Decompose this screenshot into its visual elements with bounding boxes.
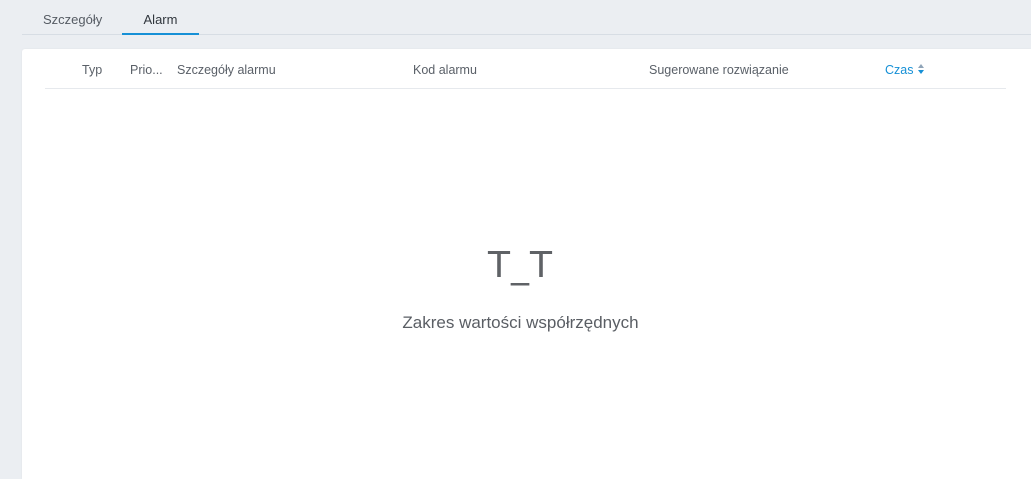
column-header-suggested-solution[interactable]: Sugerowane rozwiązanie	[649, 63, 789, 77]
tab-alarm[interactable]: Alarm	[122, 12, 199, 35]
column-header-alarm-details[interactable]: Szczegóły alarmu	[177, 63, 276, 77]
column-header-priority[interactable]: Prio...	[130, 63, 163, 77]
empty-state-message: Zakres wartości współrzędnych	[402, 313, 639, 332]
column-header-alarm-code[interactable]: Kod alarmu	[413, 63, 477, 77]
tab-bar: Szczegóły Alarm	[22, 0, 1031, 35]
alarm-panel: Typ Prio... Szczegóły alarmu Kod alarmu …	[22, 49, 1031, 479]
sort-down-icon	[918, 70, 925, 74]
sort-up-icon	[918, 64, 925, 68]
empty-state: T_T Zakres wartości współrzędnych	[22, 244, 1031, 333]
column-header-time[interactable]: Czas	[885, 63, 925, 77]
table-header: Typ Prio... Szczegóły alarmu Kod alarmu …	[45, 49, 1006, 89]
sort-caret-icon[interactable]	[918, 64, 925, 75]
column-header-type[interactable]: Typ	[82, 63, 102, 77]
column-header-time-label: Czas	[885, 63, 914, 77]
empty-state-face: T_T	[488, 245, 553, 286]
tab-szczegoly[interactable]: Szczegóły	[43, 12, 102, 35]
